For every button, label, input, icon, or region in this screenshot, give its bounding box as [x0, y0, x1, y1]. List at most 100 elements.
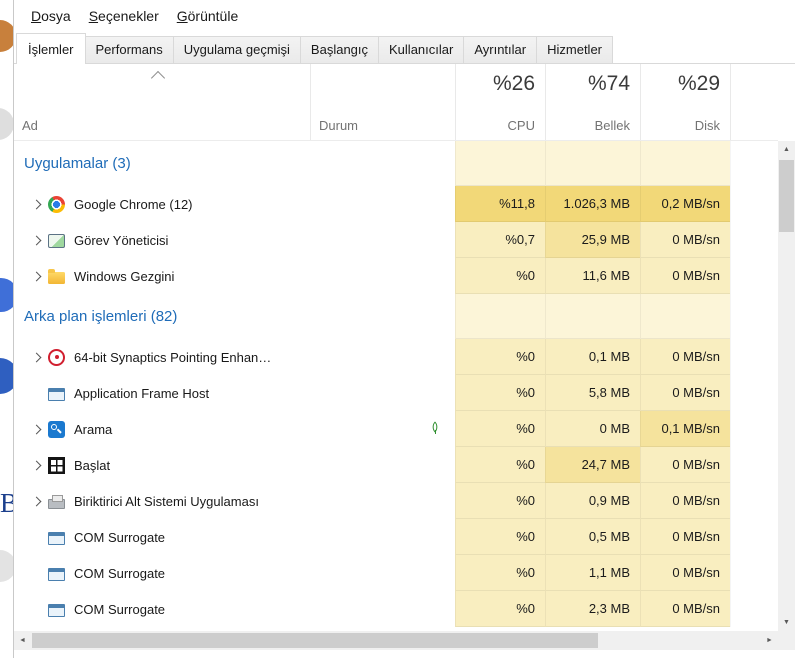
memory-cell: 24,7 MB — [545, 447, 640, 483]
disk-total-percent: %29 — [678, 72, 720, 96]
expand-chevron-icon[interactable] — [24, 354, 48, 361]
process-name: 64-bit Synaptics Pointing Enhan… — [74, 350, 271, 365]
tab-uygulama-gecmisi[interactable]: Uygulama geçmişi — [173, 36, 301, 63]
memory-cell: 25,9 MB — [545, 222, 640, 258]
chrome-icon — [48, 196, 65, 213]
column-header-empty — [730, 64, 778, 140]
name-cell: Görev Yöneticisi — [14, 222, 310, 258]
chevron-right-glyph — [31, 199, 41, 209]
expand-chevron-icon[interactable] — [24, 237, 48, 244]
process-row[interactable]: Windows Gezgini%011,6 MB0 MB/sn — [14, 258, 778, 294]
column-header-name-label: Ad — [22, 118, 38, 133]
desktop-icon — [0, 20, 13, 52]
vertical-scrollbar-thumb[interactable] — [779, 160, 794, 232]
menu-secenekler[interactable]: Seçenekler — [80, 4, 168, 28]
scroll-down-icon[interactable]: ▼ — [778, 614, 795, 631]
empty-cell — [730, 591, 778, 627]
status-cell — [310, 483, 455, 519]
name-cell: 64-bit Synaptics Pointing Enhan… — [14, 339, 310, 375]
expand-chevron-icon[interactable] — [24, 462, 48, 469]
expand-chevron-icon[interactable] — [24, 273, 48, 280]
process-row[interactable]: Arama%00 MB0,1 MB/sn — [14, 411, 778, 447]
process-row[interactable]: Google Chrome (12)%11,81.026,3 MB0,2 MB/… — [14, 186, 778, 222]
expand-chevron-icon[interactable] — [24, 498, 48, 505]
status-cell — [310, 294, 455, 339]
process-row[interactable]: Görev Yöneticisi%0,725,9 MB0 MB/sn — [14, 222, 778, 258]
empty-cell — [730, 519, 778, 555]
section-row[interactable]: Uygulamalar (3) — [14, 141, 778, 186]
spooler-icon — [48, 499, 65, 509]
process-name: Google Chrome (12) — [74, 197, 193, 212]
process-name: Biriktirici Alt Sistemi Uygulaması — [74, 494, 259, 509]
vertical-scrollbar[interactable]: ▲ ▼ — [778, 141, 795, 631]
disk-cell: 0 MB/sn — [640, 591, 730, 627]
process-row[interactable]: Biriktirici Alt Sistemi Uygulaması%00,9 … — [14, 483, 778, 519]
process-row[interactable]: COM Surrogate%01,1 MB0 MB/sn — [14, 555, 778, 591]
process-row[interactable]: COM Surrogate%02,3 MB0 MB/sn — [14, 591, 778, 627]
column-header-status-label: Durum — [319, 118, 358, 133]
disk-cell: 0 MB/sn — [640, 555, 730, 591]
desktop-background-letter: B — [0, 488, 13, 519]
column-header-disk[interactable]: %29 Disk — [640, 64, 730, 140]
process-row[interactable]: Application Frame Host%05,8 MB0 MB/sn — [14, 375, 778, 411]
scroll-up-icon[interactable]: ▲ — [778, 141, 795, 158]
tab-kullanicilar[interactable]: Kullanıcılar — [378, 36, 464, 63]
name-cell: Arka plan işlemleri (82) — [14, 294, 310, 339]
scroll-left-icon[interactable]: ◄ — [14, 631, 31, 650]
column-header-status[interactable]: Durum — [310, 64, 455, 140]
cpu-cell: %0 — [455, 555, 545, 591]
cpu-cell: %0 — [455, 411, 545, 447]
empty-cell — [730, 141, 778, 186]
disk-cell: 0 MB/sn — [640, 375, 730, 411]
cpu-cell: %0 — [455, 339, 545, 375]
process-name: Görev Yöneticisi — [74, 233, 168, 248]
section-row[interactable]: Arka plan işlemleri (82) — [14, 294, 778, 339]
task-manager-icon — [48, 234, 65, 248]
status-cell — [310, 258, 455, 294]
process-row[interactable]: 64-bit Synaptics Pointing Enhan… %00,1 MB… — [14, 339, 778, 375]
chevron-right-glyph — [31, 352, 41, 362]
expand-chevron-icon[interactable] — [24, 426, 48, 433]
horizontal-scrollbar[interactable]: ◄ ► — [14, 631, 778, 650]
process-row[interactable]: Başlat%024,7 MB0 MB/sn — [14, 447, 778, 483]
process-name: COM Surrogate — [74, 530, 165, 545]
process-table-body: Uygulamalar (3)Google Chrome (12)%11,81.… — [14, 141, 778, 627]
cpu-cell: %0 — [455, 375, 545, 411]
cpu-cell: %0 — [455, 447, 545, 483]
status-cell — [310, 591, 455, 627]
name-cell: COM Surrogate — [14, 555, 310, 591]
sort-ascending-icon — [151, 71, 165, 85]
disk-cell: 0 MB/sn — [640, 519, 730, 555]
section-label: Arka plan işlemleri (82) — [24, 308, 177, 325]
column-header-cpu[interactable]: %26 CPU — [455, 64, 545, 140]
tab-performans[interactable]: Performans — [85, 36, 174, 63]
process-name: COM Surrogate — [74, 602, 165, 617]
memory-cell: 0 MB — [545, 411, 640, 447]
column-header-name[interactable]: Ad — [14, 64, 310, 140]
process-row[interactable]: COM Surrogate%00,5 MB0 MB/sn — [14, 519, 778, 555]
column-header-memory[interactable]: %74 Bellek — [545, 64, 640, 140]
chevron-right-glyph — [31, 460, 41, 470]
task-manager-screenshot: { "desktop": { "background_letter": "B" … — [0, 0, 795, 658]
chevron-right-glyph — [31, 496, 41, 506]
memory-cell: 11,6 MB — [545, 258, 640, 294]
scroll-right-icon[interactable]: ► — [761, 631, 778, 650]
horizontal-scrollbar-thumb[interactable] — [32, 633, 598, 648]
memory-cell: 0,1 MB — [545, 339, 640, 375]
tab-baslangic[interactable]: Başlangıç — [300, 36, 379, 63]
expand-chevron-icon[interactable] — [24, 201, 48, 208]
cpu-cell: %0,7 — [455, 222, 545, 258]
desktop-icon — [0, 278, 13, 312]
empty-cell — [730, 294, 778, 339]
empty-cell — [730, 447, 778, 483]
start-icon — [48, 457, 65, 474]
disk-cell: 0 MB/sn — [640, 339, 730, 375]
tab-ayrintilar[interactable]: Ayrıntılar — [463, 36, 537, 63]
menu-dosya[interactable]: Dosya — [22, 4, 80, 28]
empty-cell — [730, 339, 778, 375]
tab-islemler[interactable]: İşlemler — [16, 33, 86, 64]
suspended-leaf-icon — [430, 423, 441, 435]
menu-goruntule[interactable]: Görüntüle — [168, 4, 247, 28]
column-header-cpu-label: CPU — [508, 118, 535, 133]
tab-hizmetler[interactable]: Hizmetler — [536, 36, 613, 63]
